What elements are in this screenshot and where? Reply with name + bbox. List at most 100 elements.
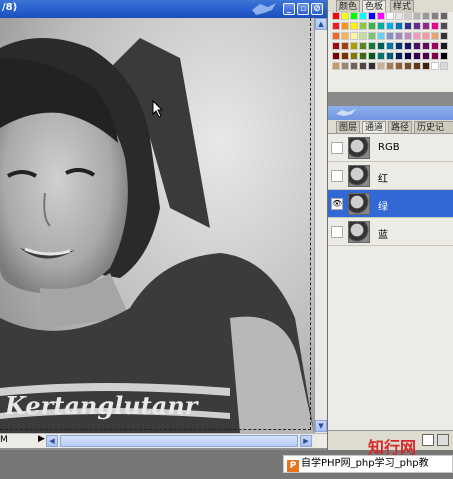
color-swatch[interactable] (377, 22, 385, 30)
color-swatch[interactable] (422, 42, 430, 50)
color-swatch[interactable] (386, 32, 394, 40)
color-swatch[interactable] (404, 32, 412, 40)
color-swatch[interactable] (368, 42, 376, 50)
minimize-button[interactable]: _ (283, 3, 295, 15)
color-swatch[interactable] (332, 22, 340, 30)
color-swatch[interactable] (368, 12, 376, 20)
zoom-level[interactable]: M (0, 435, 36, 446)
color-swatch[interactable] (368, 52, 376, 60)
color-swatch[interactable] (341, 42, 349, 50)
color-swatch[interactable] (404, 12, 412, 20)
channel-row-blue[interactable]: 蓝 (328, 218, 453, 246)
channels-panel-header[interactable] (328, 106, 453, 120)
color-swatch[interactable] (341, 32, 349, 40)
color-swatch[interactable] (422, 62, 430, 70)
color-swatch[interactable] (413, 42, 421, 50)
color-swatch[interactable] (386, 22, 394, 30)
color-swatch[interactable] (377, 42, 385, 50)
color-swatch[interactable] (431, 42, 439, 50)
color-swatch[interactable] (359, 52, 367, 60)
color-swatch[interactable] (332, 62, 340, 70)
color-swatch[interactable] (350, 12, 358, 20)
color-swatch[interactable] (440, 32, 448, 40)
visibility-toggle[interactable] (331, 170, 343, 182)
color-swatch[interactable] (431, 22, 439, 30)
tab-swatches[interactable]: 色板 (362, 0, 387, 12)
color-swatch[interactable] (440, 42, 448, 50)
color-swatch[interactable] (332, 32, 340, 40)
tab-color[interactable]: 颜色 (336, 0, 361, 12)
color-swatch[interactable] (431, 32, 439, 40)
color-swatch[interactable] (395, 32, 403, 40)
color-swatch[interactable] (350, 52, 358, 60)
color-swatch[interactable] (431, 12, 439, 20)
color-swatch[interactable] (341, 52, 349, 60)
color-swatch[interactable] (404, 62, 412, 70)
color-swatch[interactable] (422, 12, 430, 20)
color-swatch[interactable] (350, 62, 358, 70)
color-swatch[interactable] (431, 52, 439, 60)
color-swatch[interactable] (341, 22, 349, 30)
tab-layers[interactable]: 图层 (336, 121, 361, 133)
horizontal-scrollbar[interactable]: ◀ ▶ (46, 435, 314, 447)
color-swatch[interactable] (350, 32, 358, 40)
color-swatch[interactable] (332, 42, 340, 50)
color-swatch[interactable] (422, 52, 430, 60)
channel-row-red[interactable]: 红 (328, 162, 453, 190)
color-swatch[interactable] (359, 12, 367, 20)
color-swatch[interactable] (341, 12, 349, 20)
tab-paths[interactable]: 路径 (388, 121, 413, 133)
visibility-toggle[interactable] (331, 226, 343, 238)
tab-channels[interactable]: 通道 (362, 121, 387, 133)
color-swatch[interactable] (359, 22, 367, 30)
document-title-bar[interactable]: /8) _ ▫ ⊘ (0, 0, 327, 18)
scroll-right-arrow-icon[interactable]: ▶ (300, 435, 312, 447)
channel-row-rgb[interactable]: RGB (328, 134, 453, 162)
scroll-down-arrow-icon[interactable]: ▼ (315, 420, 327, 432)
color-swatch[interactable] (422, 22, 430, 30)
color-swatch[interactable] (395, 12, 403, 20)
color-swatch[interactable] (368, 32, 376, 40)
color-swatch[interactable] (404, 22, 412, 30)
color-swatch[interactable] (368, 22, 376, 30)
color-swatch[interactable] (359, 32, 367, 40)
color-swatch[interactable] (359, 42, 367, 50)
color-swatch[interactable] (341, 62, 349, 70)
color-swatch[interactable] (350, 22, 358, 30)
color-swatch[interactable] (413, 32, 421, 40)
color-swatch[interactable] (413, 62, 421, 70)
color-swatch[interactable] (440, 22, 448, 30)
vertical-scrollbar[interactable]: ▲ ▼ (314, 18, 327, 433)
color-swatch[interactable] (395, 52, 403, 60)
color-swatch[interactable] (350, 42, 358, 50)
color-swatch[interactable] (404, 42, 412, 50)
color-swatch[interactable] (431, 62, 439, 70)
color-swatch[interactable] (395, 62, 403, 70)
color-swatch[interactable] (413, 52, 421, 60)
scroll-up-arrow-icon[interactable]: ▲ (315, 18, 327, 30)
close-button[interactable]: ⊘ (311, 3, 323, 15)
color-swatch[interactable] (413, 12, 421, 20)
color-swatch[interactable] (386, 12, 394, 20)
color-swatch[interactable] (395, 42, 403, 50)
tab-history[interactable]: 历史记录 (414, 121, 453, 145)
color-swatch[interactable] (440, 62, 448, 70)
color-swatch[interactable] (332, 12, 340, 20)
color-swatch[interactable] (368, 62, 376, 70)
color-swatch[interactable] (413, 22, 421, 30)
image-canvas[interactable]: Kertanglutanr (0, 18, 314, 433)
horizontal-scroll-thumb[interactable] (60, 435, 298, 447)
trash-icon[interactable] (437, 434, 449, 446)
color-swatch[interactable] (440, 52, 448, 60)
tab-styles[interactable]: 样式 (390, 0, 415, 12)
channel-row-green[interactable]: 👁 绿 (328, 190, 453, 218)
color-swatch[interactable] (332, 52, 340, 60)
color-swatch[interactable] (440, 12, 448, 20)
maximize-button[interactable]: ▫ (297, 3, 309, 15)
color-swatch[interactable] (377, 32, 385, 40)
color-swatch[interactable] (359, 62, 367, 70)
color-swatch[interactable] (386, 62, 394, 70)
visibility-toggle[interactable] (331, 142, 343, 154)
new-channel-icon[interactable] (422, 434, 434, 446)
color-swatch[interactable] (377, 52, 385, 60)
